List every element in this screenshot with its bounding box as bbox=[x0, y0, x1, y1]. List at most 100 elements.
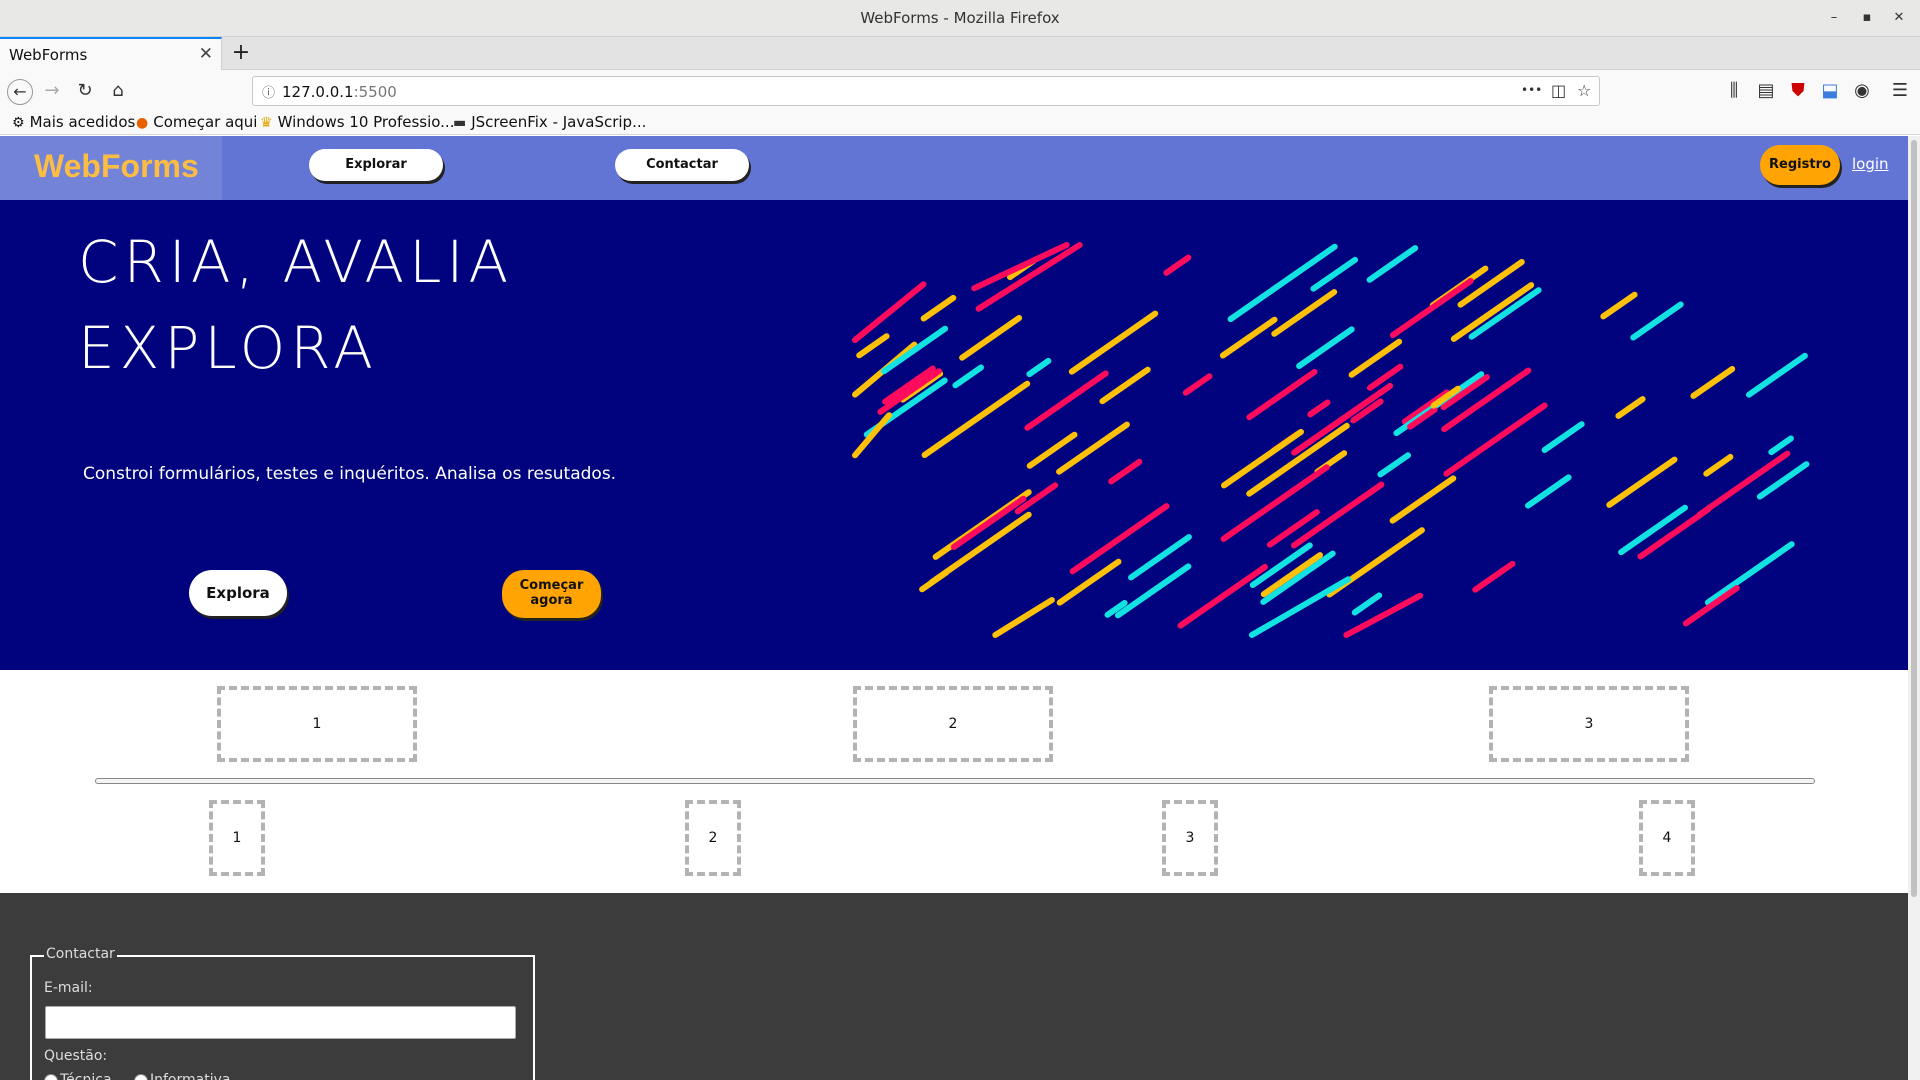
library-icon[interactable]: ⫼ bbox=[1722, 79, 1746, 103]
forward-icon[interactable]: → bbox=[40, 79, 64, 103]
hero-stripe bbox=[1366, 245, 1419, 283]
email-label: E-mail: bbox=[44, 980, 93, 996]
hero-stripe bbox=[1163, 254, 1192, 276]
hero-stripe bbox=[952, 364, 984, 389]
tab-close-icon[interactable]: ✕ bbox=[199, 44, 213, 64]
feature-box-1: 1 bbox=[217, 686, 417, 762]
ublock-icon[interactable]: ⛊ bbox=[1786, 79, 1810, 103]
hero-stripe bbox=[1108, 458, 1143, 485]
hero-stripe bbox=[1248, 576, 1352, 638]
section-divider bbox=[95, 778, 1815, 784]
tab-bar: WebForms ✕ + bbox=[0, 37, 1920, 70]
vertical-scrollbar[interactable] bbox=[1908, 136, 1920, 1080]
bookmark-label: Começar aqui bbox=[153, 113, 258, 131]
hero-stripe bbox=[1377, 452, 1411, 478]
scrollbar-thumb[interactable] bbox=[1911, 140, 1917, 897]
sidebar-icon[interactable]: ▤ bbox=[1754, 79, 1778, 103]
hero-stripe bbox=[1343, 592, 1424, 638]
hero-stripe bbox=[1389, 475, 1457, 524]
hero-stripe bbox=[1450, 282, 1535, 342]
bookmark-jscreenfix[interactable]: ▬ JScreenFix - JavaScrip... bbox=[453, 113, 646, 131]
hero-stripe bbox=[1472, 560, 1516, 593]
hero-stripe bbox=[1307, 399, 1331, 418]
hero-stripe bbox=[1024, 370, 1109, 431]
hero-stripe bbox=[1351, 592, 1383, 616]
hero-stripe bbox=[852, 281, 927, 343]
contact-form-legend: Contactar bbox=[44, 946, 117, 962]
hero-stripe bbox=[1056, 558, 1122, 606]
hero-stripe bbox=[1615, 396, 1646, 419]
site-header: WebForms Explorar Contactar Registro log… bbox=[0, 136, 1908, 200]
navigation-toolbar: ← → ↻ ⌂ ⓘ 127.0.0.1:5500 ••• ◫ ☆ ⫼ ▤ ⛊ ⬓… bbox=[0, 70, 1920, 111]
small-box-4: 4 bbox=[1639, 800, 1695, 876]
radio-informativa-label: Informativa bbox=[150, 1072, 231, 1080]
site-logo[interactable]: WebForms bbox=[0, 136, 222, 200]
hero-stripe bbox=[1099, 366, 1151, 405]
hero-stripe bbox=[1746, 352, 1808, 398]
email-field[interactable] bbox=[45, 1006, 516, 1039]
logo-text: WebForms bbox=[34, 148, 199, 184]
back-icon[interactable]: ← bbox=[7, 79, 33, 105]
url-port: :5500 bbox=[353, 83, 397, 101]
radio-tecnica[interactable] bbox=[44, 1074, 58, 1080]
hero-stripe bbox=[1389, 278, 1474, 339]
hero-stripe bbox=[1115, 563, 1192, 619]
pocket-icon[interactable]: ◫ bbox=[1551, 81, 1566, 100]
radio-informativa[interactable] bbox=[134, 1074, 148, 1080]
gear-icon: ⚙ bbox=[12, 115, 25, 131]
account-icon[interactable]: ◉ bbox=[1850, 79, 1874, 103]
small-box-3: 3 bbox=[1162, 800, 1218, 876]
hero-stripe bbox=[992, 597, 1055, 638]
hero-stripe bbox=[1703, 453, 1734, 477]
hero-stripe bbox=[1182, 373, 1213, 396]
hero-stripe bbox=[921, 380, 1031, 458]
hero-stripes-illustration bbox=[852, 242, 1810, 638]
hero-stripe bbox=[1068, 310, 1159, 375]
page-actions-icon[interactable]: ••• bbox=[1521, 83, 1542, 97]
firefox-icon: ● bbox=[136, 115, 149, 131]
bookmark-star-icon[interactable]: ☆ bbox=[1577, 81, 1591, 100]
login-link[interactable]: login bbox=[1852, 155, 1889, 173]
close-window-button[interactable]: ✕ bbox=[1889, 8, 1909, 28]
menu-icon[interactable]: ☰ bbox=[1888, 79, 1912, 103]
hero-stripe bbox=[1056, 421, 1130, 475]
hero-subtitle: Constroi formulários, testes e inquérito… bbox=[83, 464, 617, 484]
contact-form: Contactar E-mail: Questão: Técnica Infor… bbox=[30, 946, 535, 1080]
hero-title-line1: CRIA, AVALIA bbox=[78, 228, 514, 296]
window-titlebar: WebForms - Mozilla Firefox – ▪ ✕ bbox=[0, 0, 1920, 37]
new-tab-button[interactable]: + bbox=[228, 39, 254, 67]
maximize-button[interactable]: ▪ bbox=[1857, 8, 1877, 28]
feature-box-3: 3 bbox=[1489, 686, 1689, 762]
registro-button[interactable]: Registro bbox=[1760, 145, 1840, 185]
monitor-icon: ▬ bbox=[453, 115, 467, 131]
nav-contactar-button[interactable]: Contactar bbox=[615, 149, 749, 181]
site-info-icon[interactable]: ⓘ bbox=[262, 82, 275, 101]
reload-icon[interactable]: ↻ bbox=[73, 79, 97, 103]
bookmark-label: Mais acedidos bbox=[29, 113, 136, 131]
small-box-1: 1 bbox=[209, 800, 265, 876]
hero-stripe bbox=[1606, 456, 1678, 508]
translate-icon[interactable]: ⬓ bbox=[1818, 79, 1842, 103]
tab-webforms[interactable]: WebForms ✕ bbox=[0, 37, 222, 70]
bookmark-comecar-aqui[interactable]: ● Começar aqui bbox=[136, 113, 257, 131]
url-bar[interactable]: ⓘ 127.0.0.1:5500 ••• ◫ ☆ bbox=[252, 76, 1600, 106]
home-icon[interactable]: ⌂ bbox=[106, 79, 130, 103]
hero-stripe bbox=[1468, 287, 1542, 340]
hero-stripe bbox=[1266, 509, 1320, 548]
url-text[interactable]: 127.0.0.1:5500 bbox=[282, 83, 397, 101]
bookmark-label: Windows 10 Professio... bbox=[277, 113, 455, 131]
hero-section: CRIA, AVALIA EXPLORA Constroi formulário… bbox=[0, 200, 1908, 670]
hero-stripe bbox=[1704, 541, 1795, 606]
comecar-agora-button[interactable]: Começar agora bbox=[502, 570, 601, 618]
hero-stripe bbox=[1177, 564, 1268, 629]
hero-stripe bbox=[1310, 256, 1359, 292]
explora-button[interactable]: Explora bbox=[189, 570, 287, 616]
minimize-button[interactable]: – bbox=[1824, 8, 1844, 28]
hero-stripe bbox=[1690, 366, 1736, 399]
hero-stripe bbox=[1525, 474, 1572, 509]
hero-stripe bbox=[1367, 363, 1404, 391]
hero-stripe bbox=[1291, 481, 1385, 549]
bookmark-mais-acedidos[interactable]: ⚙ Mais acedidos bbox=[12, 113, 135, 131]
nav-explorar-button[interactable]: Explorar bbox=[309, 149, 443, 181]
bookmark-windows10[interactable]: ♛ Windows 10 Professio... bbox=[260, 113, 454, 131]
